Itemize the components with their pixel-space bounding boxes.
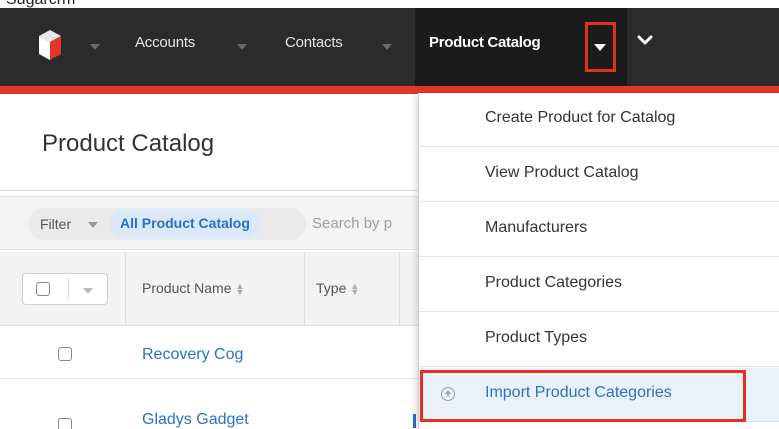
column-separator — [304, 252, 305, 326]
accounts-caret-icon[interactable] — [237, 44, 247, 50]
sort-icon[interactable]: ▲ ▼ — [235, 282, 244, 297]
filter-chip-all[interactable]: All Product Catalog — [110, 209, 260, 239]
product-name-link[interactable]: Gladys Gadget — [142, 411, 249, 429]
row-checkbox[interactable] — [58, 418, 72, 429]
menu-item-create-product[interactable]: Create Product for Catalog — [419, 93, 779, 147]
import-highlight-box — [420, 370, 746, 422]
type-cell-fragment — [413, 414, 416, 428]
product-name-link[interactable]: Recovery Cog — [142, 346, 243, 364]
sugar-logo-icon[interactable] — [37, 28, 63, 62]
column-separator — [125, 252, 126, 326]
chevron-down-icon[interactable] — [636, 34, 654, 48]
filter-caret-icon[interactable] — [88, 222, 98, 228]
search-input[interactable]: Search by p — [312, 215, 392, 232]
select-all-checkbox[interactable] — [36, 282, 50, 296]
nav-active-label[interactable]: Product Catalog — [429, 34, 541, 51]
nav-item-accounts[interactable]: Accounts — [135, 34, 195, 51]
sort-icon[interactable]: ▲ ▼ — [350, 282, 359, 297]
mass-select-caret-icon[interactable] — [83, 288, 93, 294]
row-checkbox[interactable] — [58, 347, 72, 361]
mass-select-dropdown[interactable] — [22, 273, 108, 305]
column-header-type[interactable]: Type ▲ ▼ — [316, 280, 359, 297]
page-title: Product Catalog — [42, 130, 215, 157]
contacts-caret-icon[interactable] — [382, 44, 392, 50]
column-header-product-name[interactable]: Product Name ▲ ▼ — [142, 280, 244, 297]
title-divider — [0, 190, 420, 191]
logo-caret-icon[interactable] — [90, 44, 100, 50]
menu-item-product-types[interactable]: Product Types — [419, 313, 779, 367]
filter-label[interactable]: Filter — [40, 216, 71, 232]
product-catalog-caret-icon[interactable] — [594, 44, 606, 51]
menu-item-manufacturers[interactable]: Manufacturers — [419, 203, 779, 257]
top-strip: Sugarcrm — [0, 0, 779, 8]
menu-item-product-categories[interactable]: Product Categories — [419, 258, 779, 312]
menu-item-view-product-catalog[interactable]: View Product Catalog — [419, 148, 779, 202]
mass-select-separator — [68, 278, 69, 300]
column-separator — [399, 252, 400, 326]
nav-item-contacts[interactable]: Contacts — [285, 34, 343, 51]
